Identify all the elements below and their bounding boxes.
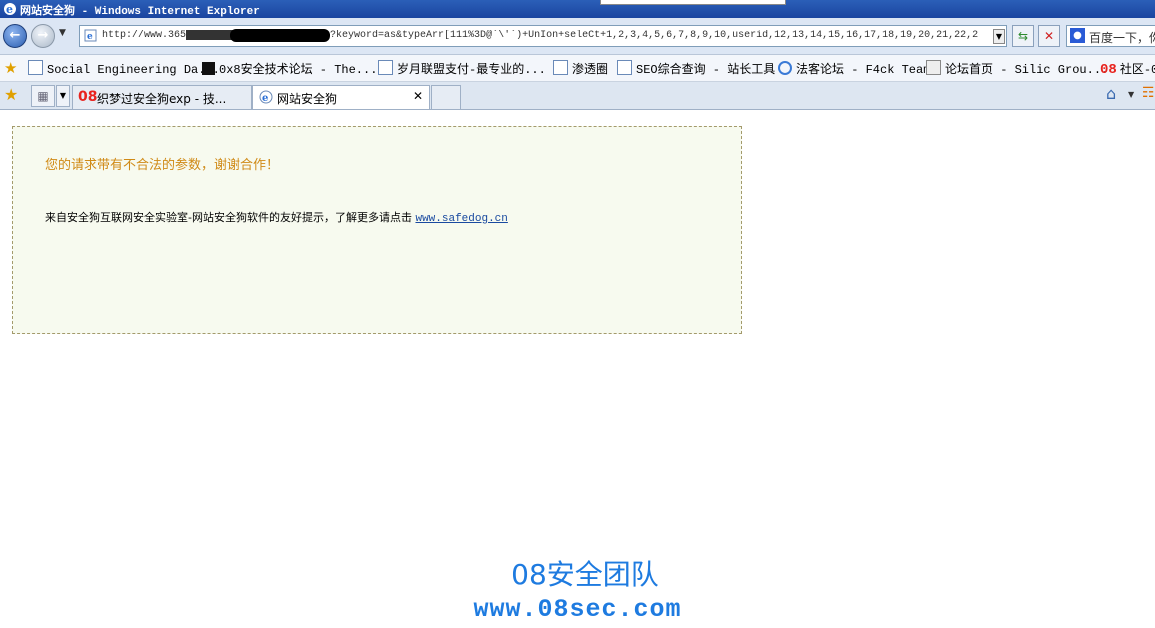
address-bar[interactable]: e http://www.365████████/plus/search.php… — [79, 25, 1007, 47]
page-icon — [378, 60, 393, 75]
add-favorite-star-icon[interactable]: ★ — [4, 59, 17, 77]
ie-logo-icon: e — [4, 3, 16, 16]
08-logo-icon: 08 — [78, 89, 98, 105]
baidu-paw-icon: ● — [1070, 28, 1085, 43]
address-dropdown-icon[interactable]: ▼ — [993, 29, 1005, 44]
warning-message: 您的请求带有不合法的参数，谢谢合作！ — [45, 158, 280, 173]
favorite-label: 论坛首页 - Silic Grou... — [945, 63, 1109, 77]
tab-label: 网站安全狗 — [277, 92, 338, 106]
search-placeholder: 百度一下，你 — [1089, 31, 1155, 45]
favorite-link[interactable]: 法客论坛 - F4ck Team — [778, 60, 931, 77]
tab-list-dropdown-icon[interactable]: ▼ — [56, 85, 70, 107]
watermark-url: www.08sec.com — [473, 595, 682, 624]
favorite-link[interactable]: 渗透圈 — [553, 60, 609, 77]
safedog-warning-box: 您的请求带有不合法的参数，谢谢合作！ 来自安全狗互联网安全实验室-网站安全狗软件… — [12, 126, 742, 334]
info-message: 来自安全狗互联网安全实验室-网站安全狗软件的友好提示，了解更多请点击 www.s… — [45, 209, 508, 225]
home-dropdown-icon[interactable]: ▼ — [1128, 90, 1134, 99]
favorite-link[interactable]: 08 社区-0 — [1100, 60, 1155, 78]
tab-safedog[interactable]: e 网站安全狗 ✕ — [252, 85, 430, 109]
favorite-label: 渗透圈 — [572, 63, 609, 77]
redaction-mark — [230, 29, 330, 42]
page-icon — [617, 60, 632, 75]
favorite-link[interactable]: SEO综合查询 - 站长工具 — [617, 60, 776, 77]
navigation-bar: ← → ▼ e http://www.365████████/plus/sear… — [0, 18, 1155, 55]
page-icon — [553, 60, 568, 75]
favorites-bar: ★ Social Engineering Da... 0x8安全技术论坛 - T… — [0, 55, 1155, 82]
quick-tabs-button[interactable]: ▦ — [31, 85, 55, 107]
refresh-icon: ⇆ — [1017, 29, 1029, 43]
favorite-label: Social Engineering Da... — [47, 63, 220, 77]
svg-text:e: e — [262, 93, 268, 104]
close-tab-icon[interactable]: ✕ — [413, 89, 423, 103]
refresh-button[interactable]: ⇆ — [1012, 25, 1034, 47]
favorites-center-star-icon[interactable]: ★ — [4, 85, 18, 104]
watermark-team-name: 08安全团队 — [511, 558, 659, 591]
favorite-link[interactable]: 0x8安全技术论坛 - The... — [202, 60, 378, 77]
page-content: 您的请求带有不合法的参数，谢谢合作！ 来自安全狗互联网安全实验室-网站安全狗软件… — [0, 110, 1155, 628]
close-icon: ✕ — [1043, 29, 1055, 43]
chart-icon — [926, 60, 941, 75]
title-overlay — [600, 0, 786, 5]
grid-icon: ▦ — [37, 89, 49, 103]
page-icon: e — [84, 29, 97, 42]
site-icon — [202, 62, 215, 75]
favorite-link[interactable]: 岁月联盟支付-最专业的... — [378, 60, 546, 77]
back-arrow-icon: ← — [9, 28, 21, 43]
favorite-label: 岁月联盟支付-最专业的... — [397, 63, 546, 77]
favorite-link[interactable]: Social Engineering Da... — [28, 60, 220, 77]
forward-arrow-icon: → — [37, 28, 49, 43]
08-logo-icon: 08 — [1100, 62, 1117, 78]
new-tab-button[interactable] — [431, 85, 461, 109]
favorite-link[interactable]: 论坛首页 - Silic Grou... — [926, 60, 1109, 77]
title-bar: e 网站安全狗 - Windows Internet Explorer — [0, 0, 1155, 18]
favorite-label: 社区-0 — [1119, 63, 1155, 77]
svg-text:e: e — [6, 3, 13, 16]
safedog-link[interactable]: www.safedog.cn — [415, 213, 507, 225]
info-text: 来自安全狗互联网安全实验室-网站安全狗软件的友好提示，了解更多请点击 — [45, 211, 412, 224]
back-button[interactable]: ← — [3, 24, 27, 48]
search-input[interactable]: ● 百度一下，你 — [1066, 25, 1155, 47]
svg-text:e: e — [87, 32, 93, 42]
forward-button[interactable]: → — [31, 24, 55, 48]
window-title: 网站安全狗 - Windows Internet Explorer — [20, 6, 260, 18]
tab-label: 织梦过安全狗exp - 技... — [97, 92, 227, 106]
history-dropdown-icon[interactable]: ▼ — [59, 28, 66, 38]
stop-button[interactable]: ✕ — [1038, 25, 1060, 47]
favorite-label: 法客论坛 - F4ck Team — [796, 63, 931, 77]
rss-feed-icon[interactable]: ☶ — [1142, 85, 1155, 101]
tab-bar: ★ ▦ ▼ 08 织梦过安全狗exp - 技... e 网站安全狗 ✕ ⌂ ▼ … — [0, 82, 1155, 110]
favorite-label: 0x8安全技术论坛 - The... — [219, 63, 378, 77]
page-icon — [28, 60, 43, 75]
ie-page-icon: e — [259, 90, 273, 104]
site-icon — [778, 61, 792, 75]
tab-dede-exp[interactable]: 08 织梦过安全狗exp - 技... — [72, 85, 252, 109]
home-icon[interactable]: ⌂ — [1106, 84, 1116, 103]
favorite-label: SEO综合查询 - 站长工具 — [636, 63, 776, 77]
